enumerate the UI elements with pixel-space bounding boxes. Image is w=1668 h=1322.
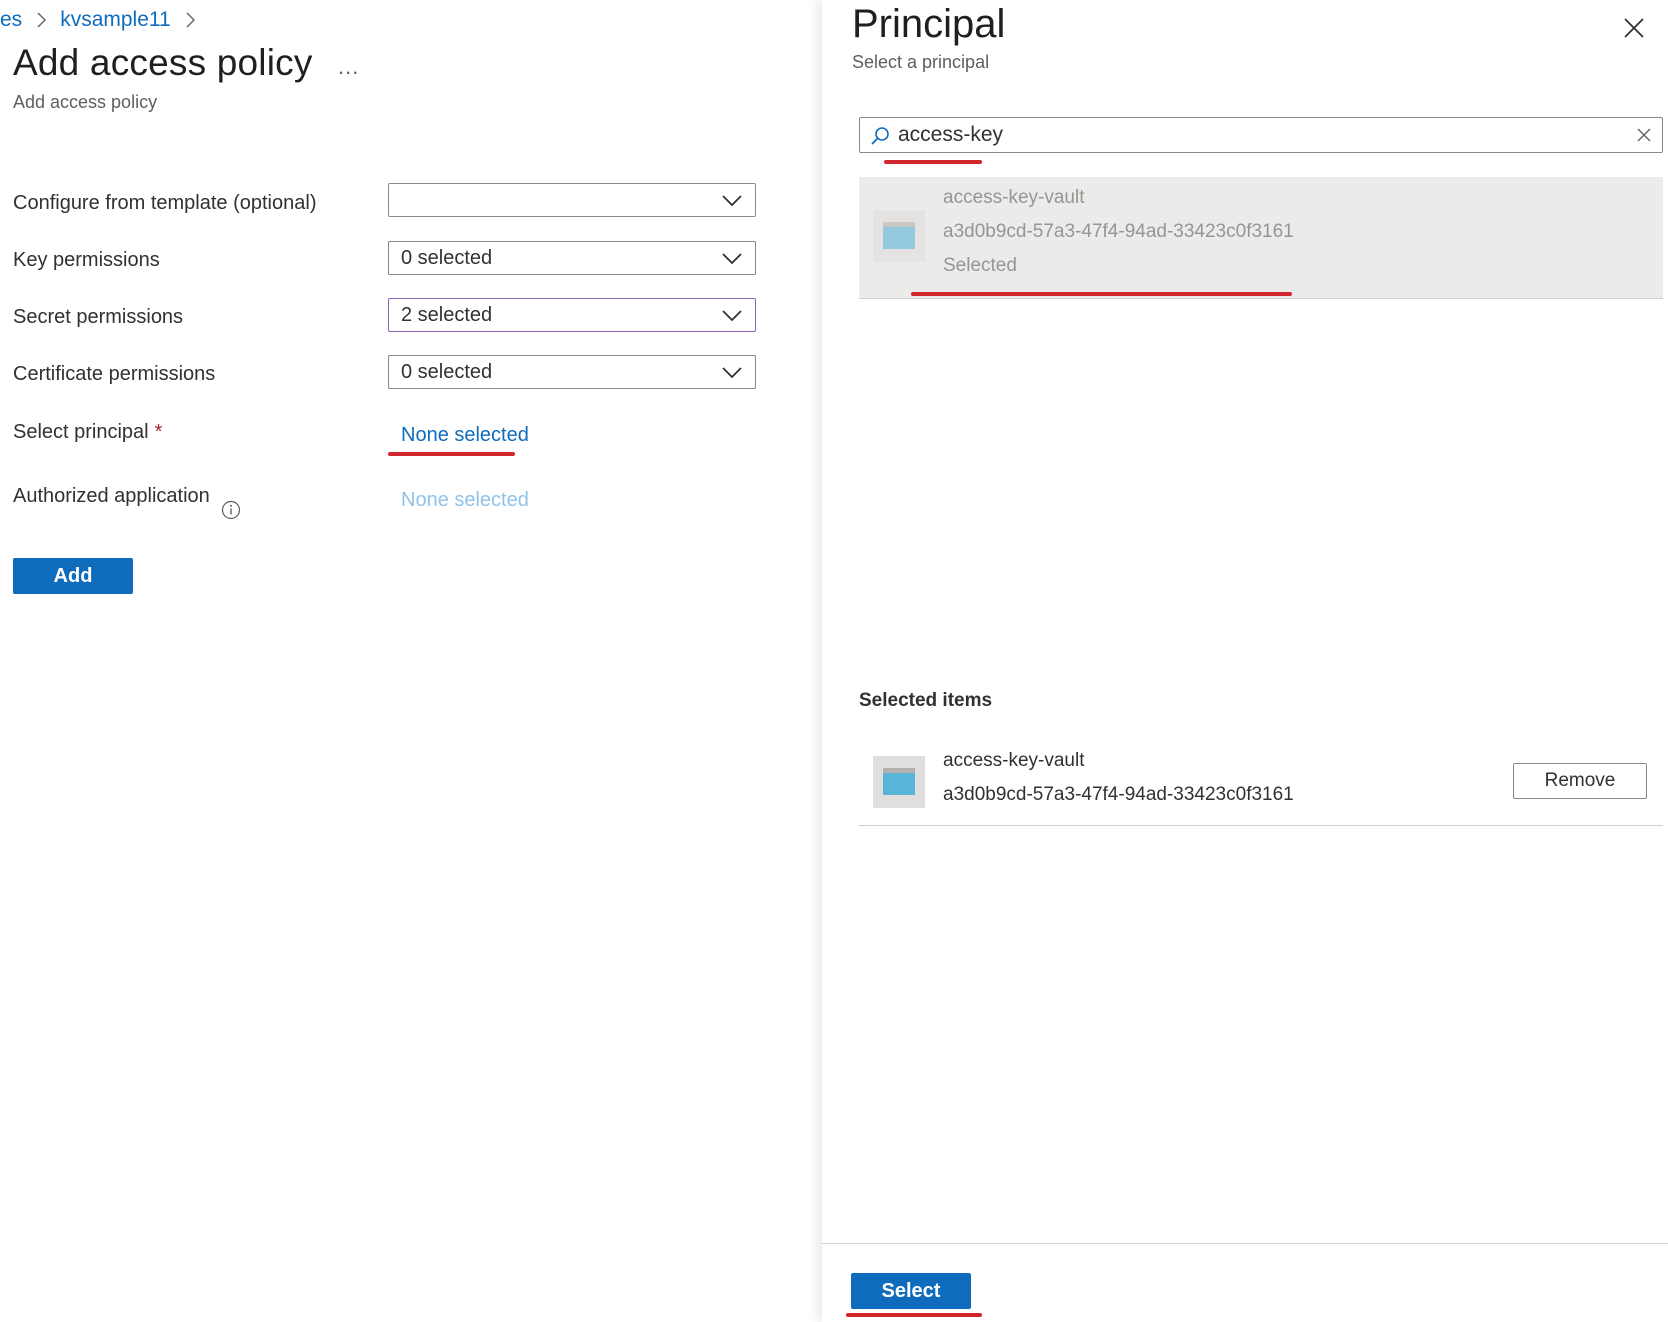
secret-permissions-label: Secret permissions [13,306,184,328]
selected-items-heading: Selected items [859,690,993,711]
select-button[interactable]: Select [851,1273,971,1309]
certificate-permissions-dropdown[interactable]: 0 selected [388,355,756,389]
add-button[interactable]: Add [13,558,133,594]
required-marker: * [154,421,163,443]
clear-icon[interactable] [1636,127,1652,143]
authorized-application-label: Authorized application [13,485,210,507]
page-title: Add access policy [13,42,313,83]
search-result-item[interactable]: access-key-vault a3d0b9cd-57a3-47f4-94ad… [859,177,1663,299]
remove-button[interactable]: Remove [1513,763,1647,799]
select-principal-label-text: Select principal [13,421,149,443]
select-principal-label: Select principal * [13,421,162,444]
key-permissions-dropdown[interactable]: 0 selected [388,241,756,275]
more-actions-button[interactable]: ... [338,54,359,80]
certificate-permissions-value: 0 selected [401,361,493,383]
page-subtitle: Add access policy [13,92,158,112]
app-registration-icon [873,756,925,808]
select-principal-link[interactable]: None selected [401,424,529,447]
chevron-right-icon [30,9,52,31]
template-dropdown[interactable] [388,183,756,217]
result-id: a3d0b9cd-57a3-47f4-94ad-33423c0f3161 [943,221,1294,242]
annotation-underline [846,1313,982,1317]
annotation-underline [388,452,515,456]
chevron-down-icon [722,367,742,379]
breadcrumb-item-kvsample11[interactable]: kvsample11 [60,8,171,32]
key-permissions-label: Key permissions [13,249,160,271]
chevron-down-icon [722,253,742,265]
selected-item-name: access-key-vault [943,750,1085,771]
authorized-application-link: None selected [401,489,529,511]
annotation-underline [911,292,1292,296]
template-label: Configure from template (optional) [13,192,317,214]
certificate-permissions-label: Certificate permissions [13,363,216,385]
result-name: access-key-vault [943,187,1085,208]
breadcrumb: es kvsample11 [0,6,209,34]
app-registration-icon [873,210,925,262]
panel-subtitle: Select a principal [852,52,990,72]
result-status: Selected [943,255,1017,276]
info-icon[interactable] [221,500,241,520]
selected-item: access-key-vault a3d0b9cd-57a3-47f4-94ad… [859,744,1663,826]
secret-permissions-value: 2 selected [401,304,493,326]
chevron-down-icon [722,195,742,207]
search-input-value: access-key [898,123,1004,146]
selected-item-id: a3d0b9cd-57a3-47f4-94ad-33423c0f3161 [943,784,1294,805]
panel-title: Principal [852,2,1006,46]
secret-permissions-dropdown[interactable]: 2 selected [388,298,756,332]
chevron-down-icon [722,310,742,322]
breadcrumb-item-prev[interactable]: es [0,8,22,32]
close-icon[interactable] [1620,14,1648,42]
principal-search-input[interactable]: access-key [859,117,1663,153]
key-permissions-value: 0 selected [401,247,493,269]
footer-divider [822,1243,1668,1244]
annotation-underline [884,160,982,164]
add-access-policy-blade: es kvsample11 Add access policy ... Add … [0,0,820,1322]
principal-panel: Principal Select a principal access-key … [822,0,1668,1322]
search-icon [871,127,889,145]
chevron-right-icon [179,9,201,31]
